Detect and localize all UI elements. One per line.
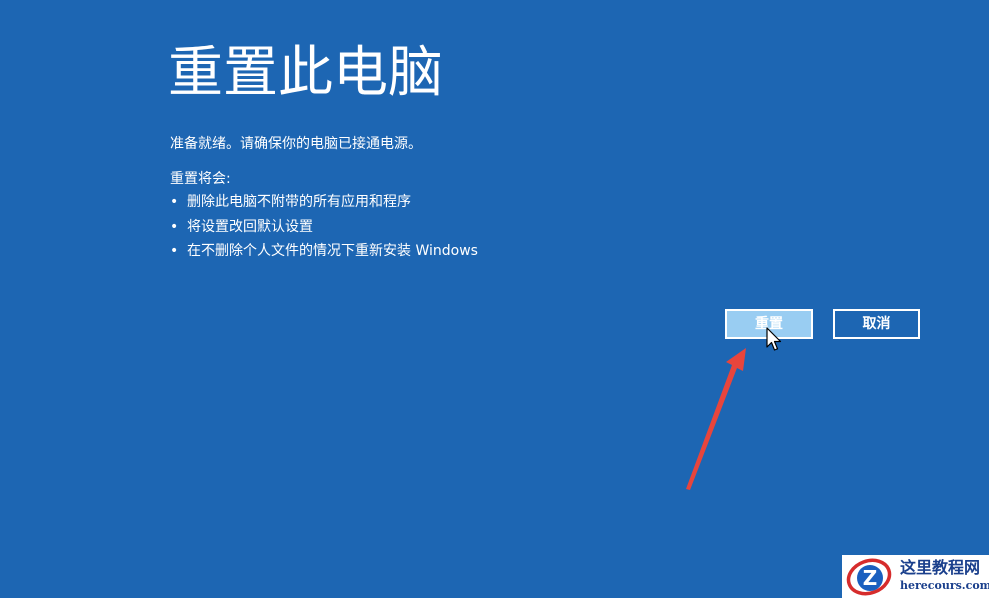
list-item: • 在不删除个人文件的情况下重新安装 Windows: [170, 242, 478, 267]
reset-actions-list: • 删除此电脑不附带的所有应用和程序 • 将设置改回默认设置 • 在不删除个人文…: [170, 193, 478, 267]
watermark-site-name: 这里教程网: [900, 558, 981, 577]
watermark-site-url: herecours.com: [900, 579, 989, 592]
ready-message: 准备就绪。请确保你的电脑已接通电源。: [170, 136, 422, 152]
mouse-pointer-icon: [766, 327, 782, 351]
bullet-icon: •: [170, 194, 179, 210]
list-item-text: 在不删除个人文件的情况下重新安装 Windows: [187, 243, 478, 259]
site-watermark: Z 这里教程网 herecours.com: [842, 555, 989, 598]
cancel-button[interactable]: 取消: [833, 309, 920, 339]
bullet-icon: •: [170, 218, 179, 235]
logo-letter: Z: [863, 566, 878, 590]
red-annotation-arrow-icon: [686, 348, 746, 490]
list-item: • 删除此电脑不附带的所有应用和程序: [170, 193, 478, 218]
list-item-text: 将设置改回默认设置: [187, 218, 313, 235]
site-logo-icon: Z: [846, 558, 892, 596]
list-item: • 将设置改回默认设置: [170, 218, 478, 243]
reset-will-label: 重置将会:: [170, 171, 231, 187]
page-title: 重置此电脑: [168, 40, 444, 104]
bullet-icon: •: [170, 243, 179, 259]
list-item-text: 删除此电脑不附带的所有应用和程序: [187, 194, 411, 210]
